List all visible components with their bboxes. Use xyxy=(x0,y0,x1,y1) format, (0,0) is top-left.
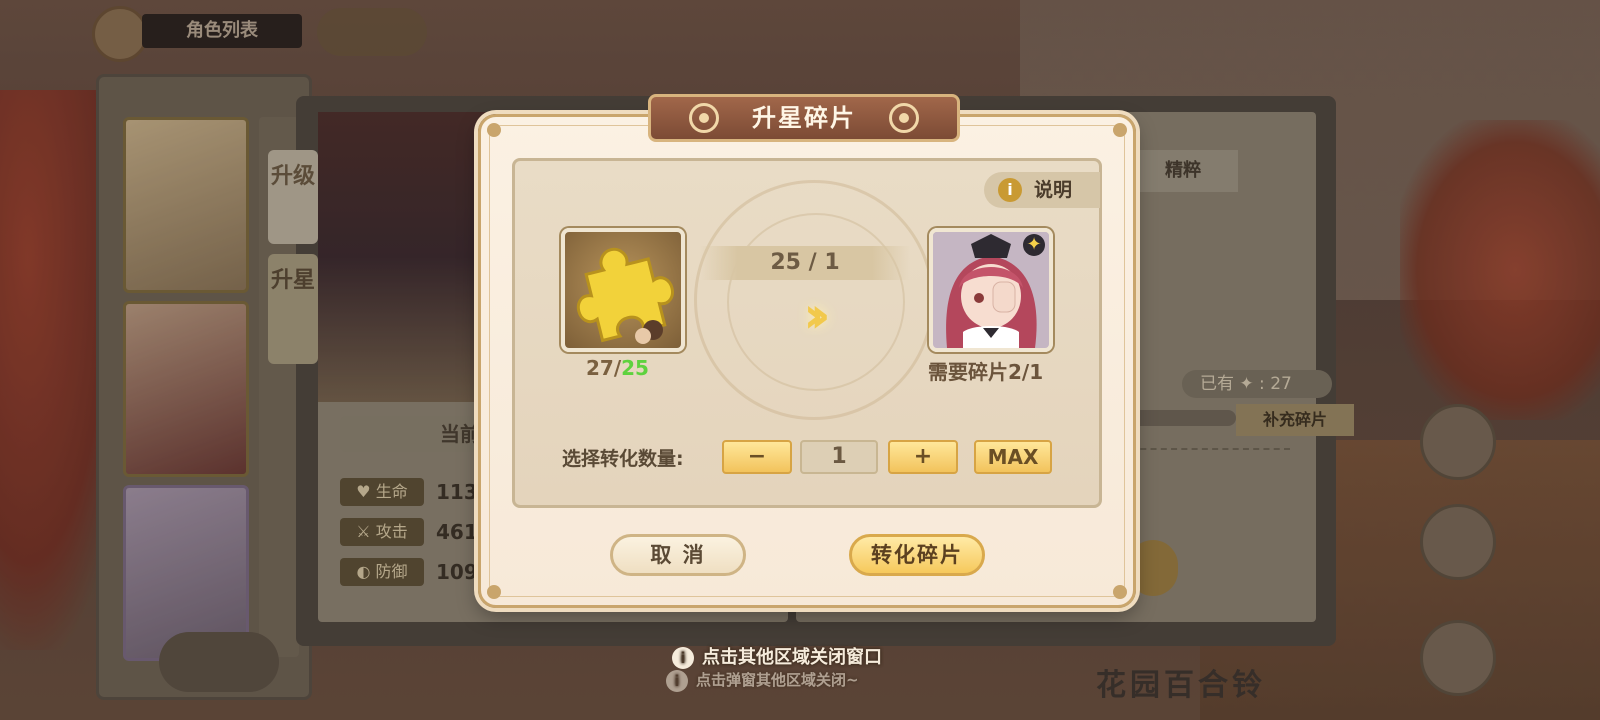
flower-ornament-icon xyxy=(889,103,919,133)
close-hint-secondary: i 点击弹窗其他区域关闭~ xyxy=(666,668,859,692)
corner-ornament xyxy=(487,585,501,599)
corner-ornament xyxy=(1113,123,1127,137)
info-icon: i xyxy=(998,178,1022,202)
close-hint: i 点击其他区域关闭窗口 xyxy=(672,646,882,670)
corner-ornament xyxy=(1113,585,1127,599)
cancel-button[interactable]: 取 消 xyxy=(610,534,746,576)
quantity-label: 选择转化数量: xyxy=(562,448,684,470)
convert-fragments-button[interactable]: 转化碎片 xyxy=(849,534,985,576)
info-button-label: 说明 xyxy=(1034,179,1073,201)
close-hint-text: 点击其他区域关闭窗口 xyxy=(702,647,882,668)
increase-button[interactable]: + xyxy=(888,440,958,474)
fragment-required: 25 xyxy=(621,356,649,380)
dialog-title-bar: 升星碎片 xyxy=(648,94,960,142)
decrease-button[interactable]: − xyxy=(722,440,792,474)
close-hint-secondary-text: 点击弹窗其他区域关闭~ xyxy=(696,671,859,689)
need-fragment-text: 需要碎片2/1 xyxy=(928,360,1044,384)
conversion-ratio: 25 / 1 xyxy=(700,246,910,280)
fragment-owned: 27/ xyxy=(586,356,622,380)
hero-item-frame[interactable]: ✦ xyxy=(929,228,1053,352)
fragment-count: 27/25 xyxy=(586,356,649,380)
info-icon: i xyxy=(666,669,688,692)
info-button[interactable]: i 说明 xyxy=(984,172,1100,208)
info-icon: i xyxy=(672,647,694,669)
fragment-item-frame[interactable] xyxy=(561,228,685,352)
max-button[interactable]: MAX xyxy=(974,440,1052,474)
double-arrow-right-icon: ›› xyxy=(803,286,830,344)
corner-ornament xyxy=(487,123,501,137)
puzzle-piece-icon xyxy=(576,247,674,344)
star-badge-icon: ✦ xyxy=(1023,234,1045,256)
quantity-input[interactable]: 1 xyxy=(800,440,878,474)
